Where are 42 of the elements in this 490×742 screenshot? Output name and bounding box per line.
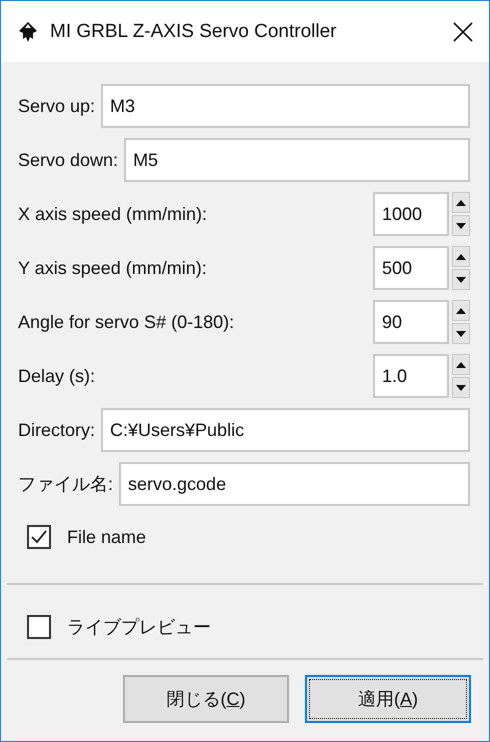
triangle-up-icon: [456, 308, 466, 314]
dialog-button[interactable]: 適用(A): [305, 675, 471, 723]
input-field[interactable]: M5: [124, 138, 470, 182]
triangle-up-icon: [456, 362, 466, 368]
spin-up-button[interactable]: [452, 246, 470, 267]
field-label: Angle for servo S# (0-180):: [18, 312, 236, 332]
field-label: Directory:: [18, 420, 96, 440]
checkbox[interactable]: [27, 525, 51, 549]
field-label: ファイル名:: [18, 473, 114, 496]
triangle-down-icon: [456, 276, 466, 282]
field-label: Servo up:: [18, 96, 96, 116]
spin-down-button[interactable]: [452, 377, 470, 398]
checkbox[interactable]: [27, 615, 51, 639]
checkbox-label: File name: [67, 526, 146, 548]
spin-up-button[interactable]: [452, 300, 470, 321]
input-field[interactable]: C:¥Users¥Public: [101, 408, 470, 452]
spin-up-button[interactable]: [452, 192, 470, 213]
input-field[interactable]: 500: [373, 246, 449, 290]
input-field[interactable]: 1000: [373, 192, 449, 236]
triangle-up-icon: [456, 254, 466, 260]
field-label: X axis speed (mm/min):: [18, 204, 208, 224]
spin-down-button[interactable]: [452, 269, 470, 290]
spin-down-button[interactable]: [452, 215, 470, 236]
checkbox-label: ライブプレビュー: [67, 616, 211, 639]
input-field[interactable]: servo.gcode: [119, 462, 470, 506]
triangle-down-icon: [456, 330, 466, 336]
window-title: MI GRBL Z-AXIS Servo Controller: [50, 20, 338, 42]
app-icon: [18, 20, 38, 42]
triangle-down-icon: [456, 384, 466, 390]
input-field[interactable]: 90: [373, 300, 449, 344]
field-label: Delay (s):: [18, 366, 96, 386]
input-field[interactable]: M3: [101, 84, 470, 128]
triangle-down-icon: [456, 222, 466, 228]
spin-up-button[interactable]: [452, 354, 470, 375]
field-label: Y axis speed (mm/min):: [18, 258, 208, 278]
close-icon: [453, 22, 473, 42]
dialog-button[interactable]: 閉じる(C): [123, 675, 289, 723]
close-button[interactable]: [453, 22, 473, 42]
spin-down-button[interactable]: [452, 323, 470, 344]
input-field[interactable]: 1.0: [373, 354, 449, 398]
triangle-up-icon: [456, 200, 466, 206]
field-label: Servo down:: [18, 150, 118, 170]
